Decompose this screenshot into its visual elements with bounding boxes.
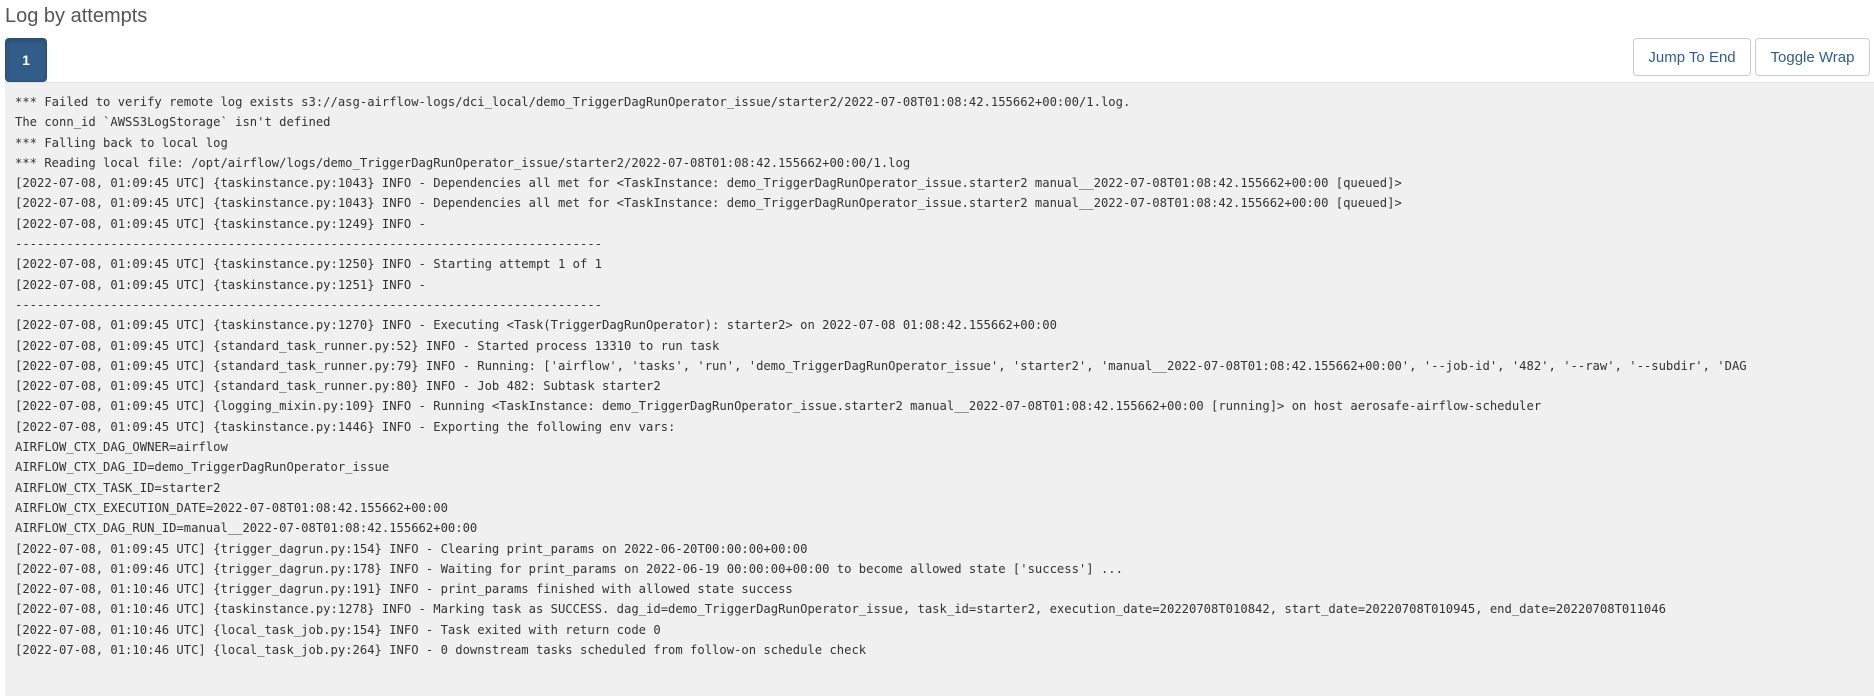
log-content: *** Failed to verify remote log exists s… xyxy=(15,92,1874,660)
log-line: *** Reading local file: /opt/airflow/log… xyxy=(15,155,911,170)
log-line: [2022-07-08, 01:09:45 UTC] {trigger_dagr… xyxy=(15,541,808,556)
log-line: [2022-07-08, 01:09:45 UTC] {taskinstance… xyxy=(15,277,434,292)
log-line: [2022-07-08, 01:09:45 UTC] {standard_tas… xyxy=(15,379,661,394)
log-line: The conn_id `AWSS3LogStorage` isn't defi… xyxy=(15,115,331,130)
log-line: [2022-07-08, 01:10:46 UTC] {taskinstance… xyxy=(15,602,1666,617)
log-line: AIRFLOW_CTX_DAG_RUN_ID=manual__2022-07-0… xyxy=(15,521,478,536)
attempt-1-button[interactable]: 1 xyxy=(5,38,47,82)
log-line: [2022-07-08, 01:09:45 UTC] {standard_tas… xyxy=(15,358,1747,373)
log-line: [2022-07-08, 01:09:45 UTC] {taskinstance… xyxy=(15,196,1402,211)
jump-to-end-button[interactable]: Jump To End xyxy=(1633,38,1751,76)
log-line: ----------------------------------------… xyxy=(15,297,602,312)
log-line: AIRFLOW_CTX_TASK_ID=starter2 xyxy=(15,480,221,495)
log-line: [2022-07-08, 01:09:45 UTC] {taskinstance… xyxy=(15,419,676,434)
log-line: [2022-07-08, 01:09:45 UTC] {taskinstance… xyxy=(15,216,434,231)
log-page: Log by attempts 1 Jump To End Toggle Wra… xyxy=(0,0,1874,696)
log-line: [2022-07-08, 01:09:45 UTC] {taskinstance… xyxy=(15,176,1402,191)
page-title: Log by attempts xyxy=(5,5,148,27)
toggle-wrap-button[interactable]: Toggle Wrap xyxy=(1755,38,1870,76)
log-panel[interactable]: *** Failed to verify remote log exists s… xyxy=(5,82,1874,696)
log-line: AIRFLOW_CTX_DAG_OWNER=airflow xyxy=(15,440,228,455)
log-line: *** Falling back to local log xyxy=(15,135,228,150)
log-line: [2022-07-08, 01:10:46 UTC] {local_task_j… xyxy=(15,643,867,658)
log-line: [2022-07-08, 01:09:46 UTC] {trigger_dagr… xyxy=(15,561,1123,576)
log-line: [2022-07-08, 01:10:46 UTC] {trigger_dagr… xyxy=(15,582,793,597)
log-line: [2022-07-08, 01:09:45 UTC] {taskinstance… xyxy=(15,318,1057,333)
log-line: AIRFLOW_CTX_EXECUTION_DATE=2022-07-08T01… xyxy=(15,500,448,515)
log-line: ----------------------------------------… xyxy=(15,237,602,252)
log-line: *** Failed to verify remote log exists s… xyxy=(15,95,1131,109)
log-line: [2022-07-08, 01:10:46 UTC] {local_task_j… xyxy=(15,622,661,637)
log-line: [2022-07-08, 01:09:45 UTC] {logging_mixi… xyxy=(15,399,1542,414)
log-line: AIRFLOW_CTX_DAG_ID=demo_TriggerDagRunOpe… xyxy=(15,460,390,475)
log-line: [2022-07-08, 01:09:45 UTC] {taskinstance… xyxy=(15,257,602,272)
log-line: [2022-07-08, 01:09:45 UTC] {standard_tas… xyxy=(15,338,720,353)
